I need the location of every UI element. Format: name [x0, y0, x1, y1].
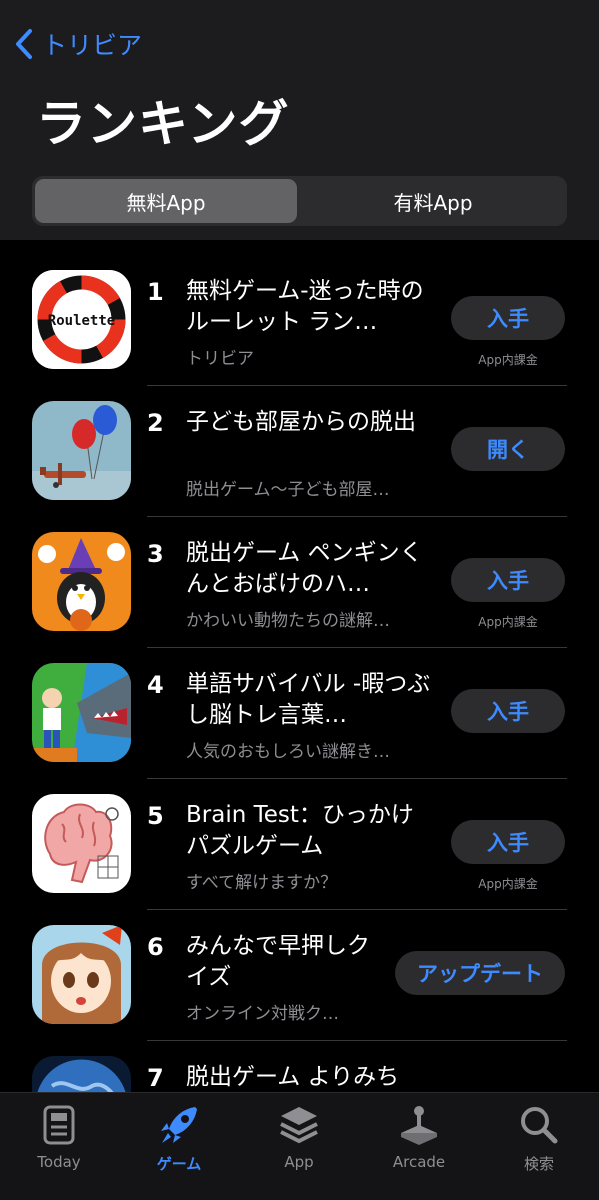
in-app-purchase-note: App内課金 — [478, 615, 538, 629]
list-item[interactable]: 6 みんなで早押しクイズ オンライン対戦ク… アップデート — [0, 895, 599, 1041]
app-name: Brain Test：ひっかけパズルゲーム — [186, 802, 414, 859]
price-segmented-control: 無料App 有料App — [32, 176, 567, 226]
in-app-purchase-note: App内課金 — [478, 353, 538, 367]
app-subtitle: 脱出ゲーム〜子ども部屋… — [186, 480, 390, 500]
balloon-plane-icon — [32, 401, 131, 500]
tab-games[interactable]: ゲーム — [129, 1103, 229, 1183]
tab-search[interactable]: 検索 — [489, 1103, 589, 1183]
rank-number: 2 — [147, 409, 164, 437]
ranking-list: Roulette 1 無料ゲーム-迷った時のルーレット ラン… トリビア 入手 … — [0, 240, 599, 1092]
segment-free[interactable]: 無料App — [35, 179, 297, 223]
in-app-purchase-note: App内課金 — [478, 877, 538, 891]
rank-number: 3 — [147, 540, 164, 568]
shark-man-icon — [32, 663, 131, 762]
globe-icon — [32, 1056, 131, 1092]
segment-paid[interactable]: 有料App — [302, 179, 564, 223]
open-button[interactable]: 開く — [451, 427, 565, 471]
back-button[interactable]: トリビア — [14, 26, 142, 62]
app-subtitle: オンライン対戦ク… — [186, 1004, 339, 1024]
tab-label: 検索 — [523, 1155, 554, 1173]
app-name: 単語サバイバル -暇つぶし脳トレ言葉… — [186, 671, 431, 728]
roulette-icon: Roulette — [32, 270, 131, 369]
app-name: 子ども部屋からの脱出 — [186, 409, 416, 435]
app-name: みんなで早押しクイズ — [186, 933, 370, 990]
rank-number: 6 — [147, 933, 164, 961]
rank-number: 5 — [147, 802, 164, 830]
get-button[interactable]: 入手 — [451, 689, 565, 733]
tab-label: ゲーム — [156, 1155, 202, 1173]
layers-icon — [280, 1107, 318, 1144]
tab-label: Today — [37, 1153, 81, 1171]
app-name: 脱出ゲーム よりみち — [186, 1064, 400, 1090]
back-label: トリビア — [42, 31, 143, 60]
app-subtitle: かわいい動物たちの謎解… — [186, 611, 390, 631]
app-subtitle: すべて解けますか？ — [186, 873, 338, 893]
list-item[interactable]: 4 単語サバイバル -暇つぶし脳トレ言葉… 人気のおもしろい謎解き… 入手 — [0, 633, 599, 779]
app-name: 脱出ゲーム ペンギンくんとおばけのハ… — [186, 540, 423, 597]
rank-number: 1 — [147, 278, 164, 306]
rank-number: 7 — [147, 1064, 164, 1092]
get-button[interactable]: 入手 — [451, 820, 565, 864]
joystick-icon — [401, 1106, 437, 1145]
tab-label: Arcade — [392, 1153, 446, 1171]
app-subtitle: トリビア — [186, 349, 254, 369]
header: トリビア ランキング 無料App 有料App — [0, 0, 599, 240]
rank-number: 4 — [147, 671, 164, 699]
list-item[interactable]: 3 脱出ゲーム ペンギンくんとおばけのハ… かわいい動物たちの謎解… 入手 Ap… — [0, 502, 599, 648]
svg-text:Roulette: Roulette — [48, 313, 115, 329]
tab-arcade[interactable]: Arcade — [369, 1103, 469, 1183]
list-item[interactable]: 5 Brain Test：ひっかけパズルゲーム すべて解けますか？ 入手 App… — [0, 764, 599, 910]
list-item[interactable]: 2 子ども部屋からの脱出 脱出ゲーム〜子ども部屋… 開く — [0, 371, 599, 517]
penguin-witch-icon — [32, 532, 131, 631]
tab-app[interactable]: App — [249, 1103, 349, 1183]
rocket-icon — [161, 1107, 197, 1143]
tab-label: App — [284, 1153, 314, 1171]
get-button[interactable]: 入手 — [451, 296, 565, 340]
search-icon — [521, 1107, 558, 1144]
today-icon — [43, 1105, 75, 1145]
list-item[interactable]: Roulette 1 無料ゲーム-迷った時のルーレット ラン… トリビア 入手 … — [0, 240, 599, 386]
app-name: 無料ゲーム-迷った時のルーレット ラン… — [186, 278, 424, 335]
get-button[interactable]: 入手 — [451, 558, 565, 602]
brain-icon — [32, 794, 131, 893]
app-subtitle: 人気のおもしろい謎解き… — [186, 742, 390, 762]
chevron-left-icon — [16, 29, 32, 59]
page-title: ランキング — [36, 95, 290, 153]
tab-today[interactable]: Today — [9, 1103, 109, 1183]
list-item[interactable]: 7 脱出ゲーム よりみち — [0, 1026, 599, 1092]
update-button[interactable]: アップデート — [395, 951, 565, 995]
anime-girl-icon — [32, 925, 131, 1024]
tab-bar: Today ゲーム App Arcade 検索 — [0, 1092, 599, 1200]
